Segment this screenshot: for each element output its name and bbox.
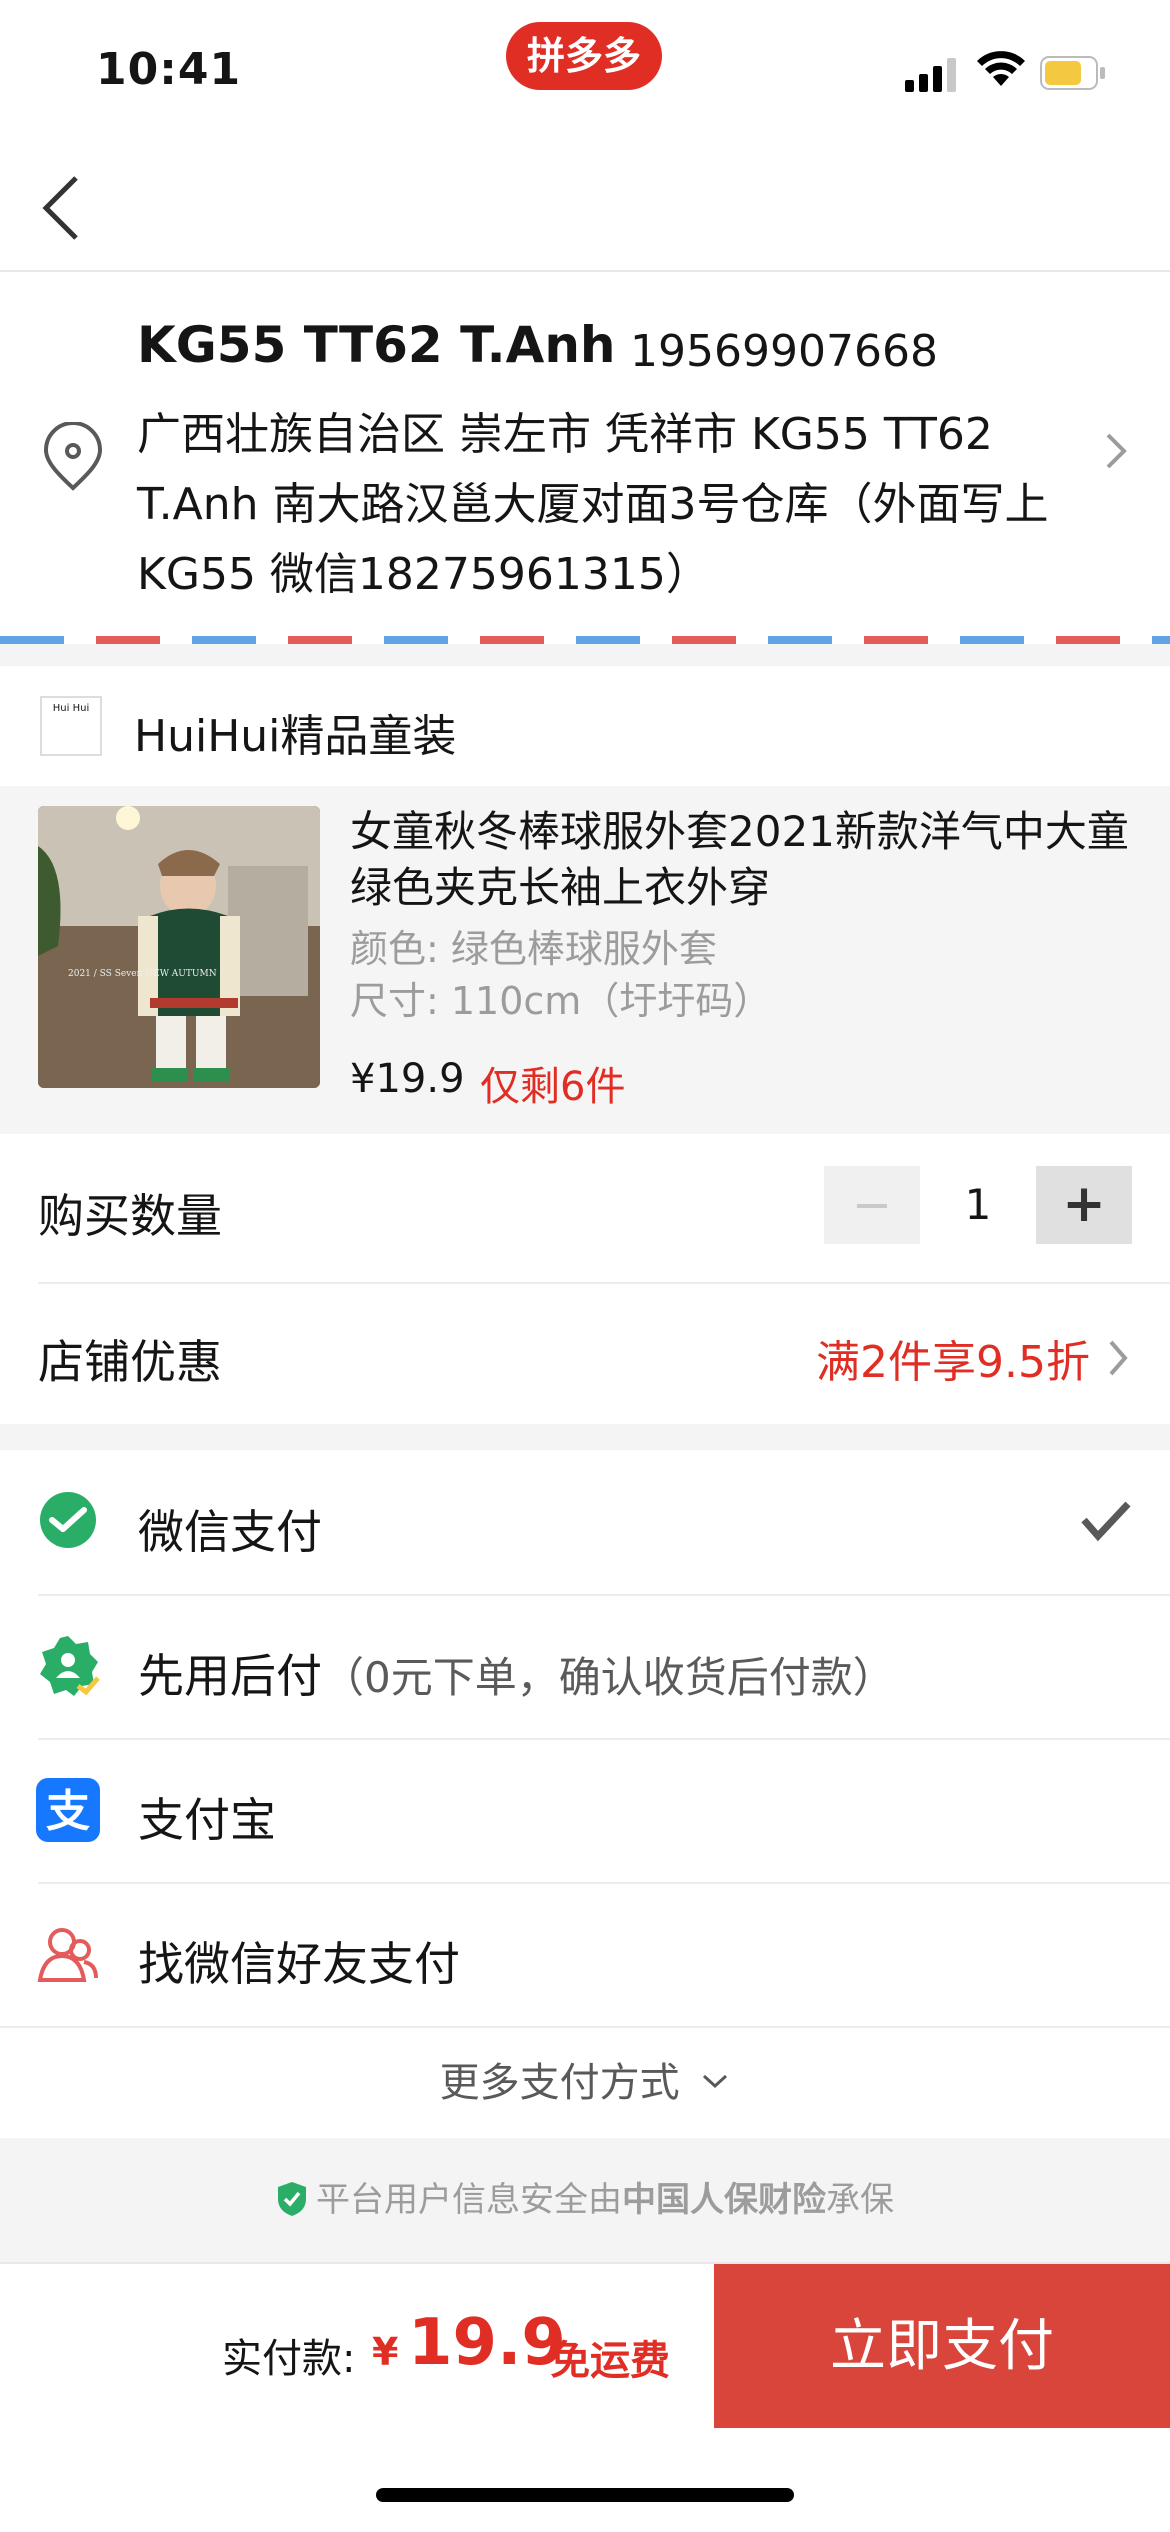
shop-logo-text: Hui Hui bbox=[52, 703, 90, 714]
chevron-down-icon bbox=[703, 2074, 728, 2089]
status-bar: 10:41 拼多多 bbox=[0, 0, 1170, 140]
recipient-name: KG55 TT62 T.Anh bbox=[137, 316, 616, 374]
more-payment-methods[interactable]: 更多支付方式 bbox=[0, 2050, 1170, 2108]
checkmark-icon bbox=[1081, 1501, 1131, 1542]
app-badge: 拼多多 bbox=[506, 22, 662, 90]
signal-icon bbox=[905, 58, 957, 92]
product-photo-illustration: 2021 / SS Seven NEW AUTUMN bbox=[38, 806, 320, 1088]
insurance-suffix: 承保 bbox=[826, 2180, 894, 2220]
back-arrow-icon[interactable] bbox=[36, 170, 92, 246]
address-detail: 广西壮族自治区 崇左市 凭祥市 KG55 TT62 T.Anh 南大路汉邕大厦对… bbox=[137, 409, 1049, 600]
product-price: ¥19.9 bbox=[350, 1056, 465, 1102]
payment-label: 支付宝 bbox=[138, 1793, 276, 1847]
shop-discount-value[interactable]: 满2件享9.5折 bbox=[816, 1326, 1090, 1390]
quantity-label: 购买数量 bbox=[38, 1189, 222, 1243]
payment-label-with-note: 先用后付（0元下单，确认收货后付款） bbox=[138, 1640, 895, 1706]
shipping-address[interactable]: KG55 TT62 T.Anh 19569907668 广西壮族自治区 崇左市 … bbox=[0, 272, 1170, 640]
payment-label: 先用后付 bbox=[138, 1649, 322, 1703]
pay-now-button[interactable]: 立即支付 bbox=[714, 2264, 1170, 2428]
payment-option-pay-later[interactable]: 先用后付（0元下单，确认收货后付款） bbox=[0, 1594, 1170, 1738]
address-envelope-stripe bbox=[0, 636, 1170, 644]
friends-pay-icon bbox=[37, 1928, 98, 1982]
insurance-brand: 中国人保财险 bbox=[622, 2180, 826, 2220]
shop-logo: Hui Hui bbox=[40, 696, 102, 756]
payment-note: （0元下单，确认收货后付款） bbox=[322, 1653, 895, 1702]
payment-label: 找微信好友支付 bbox=[138, 1937, 460, 1991]
quantity-discount-section: 购买数量 − 1 + 店铺优惠 满2件享9.5折 bbox=[0, 1134, 1170, 1424]
chevron-right-icon bbox=[1106, 433, 1127, 469]
shop-discount-label: 店铺优惠 bbox=[38, 1335, 222, 1389]
insurance-notice: 平台用户信息安全由中国人保财险承保 bbox=[0, 2160, 1170, 2240]
payment-option-alipay[interactable]: 支 支付宝 bbox=[0, 1738, 1170, 1882]
shop-name: HuiHui精品童装 bbox=[134, 711, 457, 762]
stock-warning: 仅剩6件 bbox=[480, 1064, 626, 1110]
payment-option-friend-pay[interactable]: 找微信好友支付 bbox=[0, 1882, 1170, 2026]
battery-icon bbox=[1040, 56, 1105, 90]
home-indicator bbox=[376, 2488, 794, 2502]
wifi-icon bbox=[977, 51, 1025, 86]
divider bbox=[0, 2026, 1170, 2028]
total-label: 实付款: bbox=[222, 2336, 356, 2382]
free-shipping-label: 免运费 bbox=[550, 2338, 670, 2384]
shop-header[interactable]: Hui Hui HuiHui精品童装 bbox=[0, 666, 1170, 786]
product-card[interactable]: 2021 / SS Seven NEW AUTUMN 女童秋冬棒球服外套2021… bbox=[0, 786, 1170, 1134]
location-pin-icon bbox=[43, 422, 103, 491]
chevron-right-icon[interactable] bbox=[1106, 1336, 1130, 1380]
nav-bar bbox=[0, 140, 1170, 272]
product-image: 2021 / SS Seven NEW AUTUMN bbox=[38, 806, 320, 1088]
shield-check-icon bbox=[278, 2182, 306, 2216]
product-title: 女童秋冬棒球服外套2021新款洋气中大童绿色夹克长袖上衣外穿 bbox=[350, 807, 1129, 912]
alipay-icon: 支 bbox=[36, 1778, 100, 1842]
more-payment-label: 更多支付方式 bbox=[439, 2060, 680, 2106]
quantity-value[interactable]: 1 bbox=[950, 1180, 1006, 1229]
wechat-pay-icon bbox=[40, 1492, 96, 1548]
pay-later-badge-icon bbox=[40, 1636, 100, 1696]
payment-option-wechat[interactable]: 微信支付 bbox=[0, 1450, 1170, 1594]
insurance-prefix: 平台用户信息安全由 bbox=[316, 2180, 622, 2220]
payment-label: 微信支付 bbox=[138, 1505, 322, 1559]
product-image-caption: 2021 / SS Seven NEW AUTUMN bbox=[68, 969, 217, 979]
recipient-phone: 19569907668 bbox=[630, 326, 938, 377]
quantity-increment-button[interactable]: + bbox=[1036, 1166, 1132, 1244]
status-time: 10:41 bbox=[96, 44, 242, 95]
product-size-spec: 尺寸: 110cm（圩圩码） bbox=[350, 979, 772, 1023]
total-amount: 19.9 bbox=[408, 2306, 566, 2380]
payment-methods: 微信支付 先用后付（0元下单，确认收货后付款） 支 支付宝 找微信好友支付 更多… bbox=[0, 1450, 1170, 2138]
product-color-spec: 颜色: 绿色棒球服外套 bbox=[350, 927, 717, 971]
quantity-decrement-button[interactable]: − bbox=[824, 1166, 920, 1244]
currency-symbol: ¥ bbox=[372, 2330, 399, 2374]
divider bbox=[38, 1282, 1170, 1284]
svg-text:支: 支 bbox=[46, 1786, 90, 1837]
